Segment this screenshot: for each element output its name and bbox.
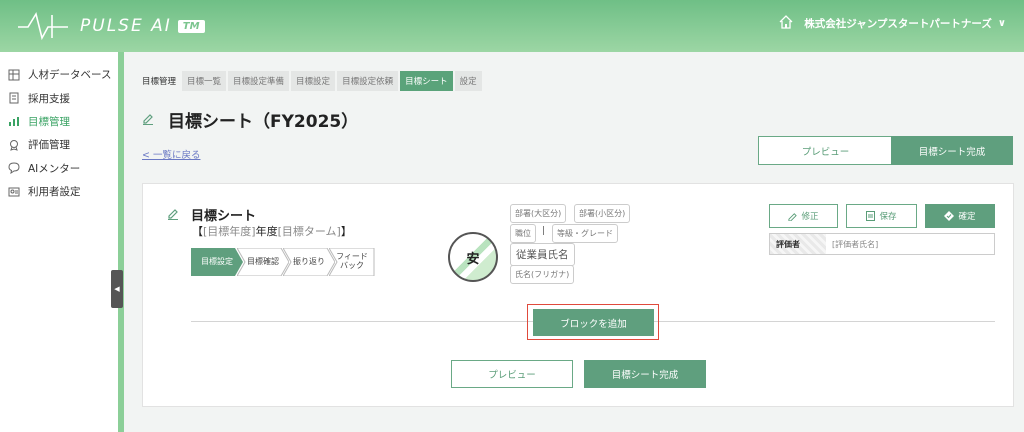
home-icon[interactable] xyxy=(778,14,794,33)
step-goal-confirm[interactable]: 目標確認 xyxy=(237,248,289,276)
tab-goal-setting-prep[interactable]: 目標設定準備 xyxy=(228,71,290,91)
step-label: 目標設定 xyxy=(201,256,233,266)
step-label: 振り返り xyxy=(293,256,325,266)
tab-goal-setting-request[interactable]: 目標設定依頼 xyxy=(337,71,399,91)
pencil-icon[interactable] xyxy=(167,205,179,224)
save-icon xyxy=(866,211,876,221)
sidebar-item-label: 人材データベース xyxy=(28,69,112,82)
app-header: PULSE AI TM 株式会社ジャンプスタートパートナーズ ∨ xyxy=(0,0,1024,52)
edit-label: 修正 xyxy=(801,212,819,222)
tab-goal-sheet[interactable]: 目標シート xyxy=(400,71,453,91)
step-goal-setting[interactable]: 目標設定 xyxy=(191,248,243,276)
confirm-label: 確定 xyxy=(958,212,976,222)
sidebar-item-talent-database[interactable]: 人材データベース xyxy=(0,63,118,86)
sidebar-item-user-settings[interactable]: 利用者設定 xyxy=(0,180,118,203)
page-title-row: 目標シート（FY2025） xyxy=(142,107,358,132)
edit-button[interactable]: 修正 xyxy=(769,204,838,228)
goal-period: 【[目標年度]年度[目標ターム]】 xyxy=(192,223,352,239)
back-to-list-link[interactable]: < 一覧に戻る xyxy=(142,147,200,161)
breadcrumb: 目標管理 目標一覧 目標設定準備 目標設定 目標設定依頼 目標シート 設定 xyxy=(142,71,484,91)
position-tag: 職位 xyxy=(510,224,536,243)
grade-tag: 等級・グレード xyxy=(552,224,618,243)
add-block-button[interactable]: ブロックを追加 xyxy=(533,309,654,336)
goal-sheet-card: 目標シート 【[目標年度]年度[目標ターム]】 目標設定 目標確認 振り返り フ… xyxy=(142,183,1014,407)
step-reflection[interactable]: 振り返り xyxy=(283,248,335,276)
evaluator-label: 評価者 xyxy=(770,234,826,254)
bracket-close: 】 xyxy=(340,225,352,238)
pencil-icon xyxy=(788,212,798,221)
pulse-logo-icon xyxy=(16,11,70,41)
sidebar-item-label: AIメンター xyxy=(28,162,81,175)
dept-large-tag: 部署(大区分) xyxy=(510,204,567,223)
complete-sheet-button[interactable]: 目標シート完成 xyxy=(584,360,706,388)
card-title: 目標シート xyxy=(191,209,257,224)
sidebar: 人材データベース 採用支援 目標管理 評価管理 AIメンター 利用者設定 xyxy=(0,52,118,432)
sidebar-item-goal-management[interactable]: 目標管理 xyxy=(0,110,118,133)
separator: | xyxy=(542,226,546,236)
caret-left-icon: ◀ xyxy=(114,285,120,293)
brand-name: PULSE AI xyxy=(80,16,172,36)
award-icon xyxy=(8,139,20,151)
bracket-open: 【 xyxy=(192,225,203,238)
sidebar-item-recruiting[interactable]: 採用支援 xyxy=(0,86,118,109)
document-icon xyxy=(8,92,20,104)
save-button[interactable]: 保存 xyxy=(846,204,917,228)
step-label: 目標確認 xyxy=(247,256,279,266)
preview-button[interactable]: プレビュー xyxy=(758,136,893,165)
diamond-check-icon xyxy=(944,211,955,221)
evaluator-value: [評価者氏名] xyxy=(832,239,879,249)
company-menu[interactable]: 株式会社ジャンプスタートパートナーズ ∨ xyxy=(778,14,1006,33)
trademark-badge: TM xyxy=(177,19,205,33)
logo[interactable]: PULSE AI TM xyxy=(16,11,205,41)
chart-icon xyxy=(8,115,20,127)
step-feedback[interactable]: フィード バック xyxy=(329,248,375,276)
goal-year-placeholder: [目標年度] xyxy=(203,225,256,238)
grid-icon xyxy=(8,69,20,81)
pencil-icon[interactable] xyxy=(142,110,154,129)
year-suffix: 年度 xyxy=(255,225,278,238)
sidebar-collapse-handle[interactable]: ◀ xyxy=(111,270,123,308)
preview-button[interactable]: プレビュー xyxy=(451,360,573,388)
tab-goal-list[interactable]: 目標一覧 xyxy=(182,71,227,91)
sidebar-item-ai-mentor[interactable]: AIメンター xyxy=(0,157,118,180)
page-title: 目標シート（FY2025） xyxy=(168,112,359,132)
chat-icon xyxy=(8,162,20,175)
sidebar-item-evaluation[interactable]: 評価管理 xyxy=(0,133,118,156)
evaluator-row: 評価者 [評価者氏名] xyxy=(769,233,995,255)
chevron-down-icon: ∨ xyxy=(997,18,1006,29)
complete-sheet-button[interactable]: 目標シート完成 xyxy=(891,136,1013,165)
company-name: 株式会社ジャンプスタートパートナーズ xyxy=(804,18,992,30)
tab-settings[interactable]: 設定 xyxy=(454,71,482,91)
progress-steps: 目標設定 目標確認 振り返り フィード バック xyxy=(191,248,375,276)
card-title-row: 目標シート xyxy=(167,205,256,224)
sidebar-item-label: 評価管理 xyxy=(28,139,70,152)
avatar: 安 xyxy=(448,232,498,282)
dept-small-tag: 部署(小区分) xyxy=(574,204,631,223)
goal-term-placeholder: [目標ターム] xyxy=(277,225,341,238)
confirm-button[interactable]: 確定 xyxy=(925,204,995,228)
step-label: フィード バック xyxy=(336,252,368,270)
main-content: 目標管理 目標一覧 目標設定準備 目標設定 目標設定依頼 目標シート 設定 目標… xyxy=(124,52,1024,432)
sidebar-item-label: 目標管理 xyxy=(28,115,70,128)
breadcrumb-root: 目標管理 xyxy=(142,77,177,87)
sidebar-item-label: 採用支援 xyxy=(28,92,70,105)
user-settings-icon xyxy=(8,186,20,198)
sidebar-item-label: 利用者設定 xyxy=(28,186,81,199)
furigana-tag: 氏名(フリガナ) xyxy=(510,265,575,284)
tab-goal-setting[interactable]: 目標設定 xyxy=(291,71,336,91)
save-label: 保存 xyxy=(879,212,897,222)
employee-name-tag: 従業員氏名 xyxy=(510,243,575,266)
